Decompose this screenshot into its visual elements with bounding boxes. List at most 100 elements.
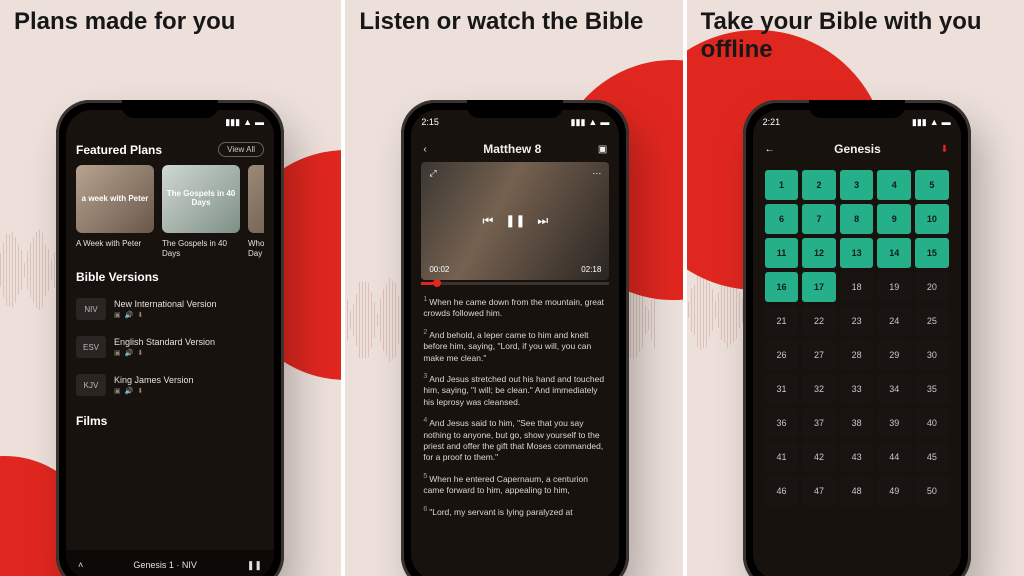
mini-player-track: Genesis 1 · NIV	[133, 560, 197, 570]
chapter-cell[interactable]: 34	[877, 374, 911, 404]
verse[interactable]: 4And Jesus said to him, "See that you sa…	[423, 416, 607, 464]
chapter-title[interactable]: Matthew 8	[483, 142, 541, 156]
verse-number: 5	[423, 473, 427, 480]
progress-fill	[421, 282, 432, 285]
promo-panel-offline: Take your Bible with you offline 2:21 ▮▮…	[683, 0, 1024, 576]
chapter-cell[interactable]: 16	[765, 272, 799, 302]
chapter-cell[interactable]: 35	[915, 374, 949, 404]
back-button[interactable]: ←	[765, 144, 775, 155]
promo-panel-plans: Plans made for you ▮▮▮ ▲ ▬ Featured Plan…	[0, 0, 341, 576]
verse[interactable]: 2And behold, a leper came to him and kne…	[423, 328, 607, 364]
wifi-icon: ▲	[930, 117, 939, 127]
chapter-cell[interactable]: 42	[802, 442, 836, 472]
chapter-cell[interactable]: 8	[840, 204, 874, 234]
bible-versions-title: Bible Versions	[76, 270, 264, 284]
chapter-cell[interactable]: 40	[915, 408, 949, 438]
download-icon[interactable]: ⬇	[940, 144, 948, 155]
chapter-cell[interactable]: 20	[915, 272, 949, 302]
phone-notch	[467, 100, 563, 118]
chapter-cell[interactable]: 25	[915, 306, 949, 336]
plan-card[interactable]: a week with Peter A Week with Peter	[76, 165, 154, 258]
chapter-cell[interactable]: 2	[802, 170, 836, 200]
chapter-cell[interactable]: 29	[877, 340, 911, 370]
verse-list[interactable]: 1When he came down from the mountain, gr…	[421, 295, 609, 518]
verse[interactable]: 6"Lord, my servant is lying paralyzed at	[423, 505, 607, 518]
book-icon: ▣	[114, 349, 121, 357]
chapter-cell[interactable]: 17	[802, 272, 836, 302]
audio-icon: 🔊	[125, 387, 134, 395]
chapter-cell[interactable]: 24	[877, 306, 911, 336]
chapter-cell[interactable]: 41	[765, 442, 799, 472]
plan-card[interactable]: Who Day	[248, 165, 264, 258]
view-all-button[interactable]: View All	[218, 142, 264, 157]
chapter-cell[interactable]: 1	[765, 170, 799, 200]
chapter-cell[interactable]: 31	[765, 374, 799, 404]
chapter-cell[interactable]: 47	[802, 476, 836, 506]
back-button[interactable]: ‹	[423, 144, 426, 155]
chapter-cell[interactable]: 45	[915, 442, 949, 472]
chapter-cell[interactable]: 11	[765, 238, 799, 268]
audio-icon: 🔊	[125, 349, 134, 357]
chapter-cell[interactable]: 36	[765, 408, 799, 438]
progress-knob[interactable]	[433, 279, 441, 287]
chapter-cell[interactable]: 7	[802, 204, 836, 234]
chapter-cell[interactable]: 27	[802, 340, 836, 370]
chapter-cell[interactable]: 6	[765, 204, 799, 234]
chapter-cell[interactable]: 19	[877, 272, 911, 302]
chapter-cell[interactable]: 44	[877, 442, 911, 472]
chapter-cell[interactable]: 15	[915, 238, 949, 268]
chapter-cell[interactable]: 28	[840, 340, 874, 370]
plan-card[interactable]: The Gospels in 40 Days The Gospels in 40…	[162, 165, 240, 258]
chapter-cell[interactable]: 10	[915, 204, 949, 234]
chapter-cell[interactable]: 50	[915, 476, 949, 506]
chapter-cell[interactable]: 49	[877, 476, 911, 506]
plan-thumb: The Gospels in 40 Days	[162, 165, 240, 233]
chapter-cell[interactable]: 14	[877, 238, 911, 268]
chevron-up-icon[interactable]: ˄	[78, 560, 83, 570]
pause-icon[interactable]: ❚❚	[247, 560, 262, 571]
wifi-icon: ▲	[588, 117, 597, 127]
video-player[interactable]: ⤢ ⋯ ⏮ ❚❚ ⏭ 00:02 02:18	[421, 162, 609, 280]
chapter-cell[interactable]: 22	[802, 306, 836, 336]
plan-cards[interactable]: a week with Peter A Week with Peter The …	[76, 165, 264, 258]
chapter-cell[interactable]: 32	[802, 374, 836, 404]
chapter-cell[interactable]: 5	[915, 170, 949, 200]
featured-plans-title: Featured Plans	[76, 143, 162, 157]
cast-icon[interactable]: ▣	[598, 144, 607, 155]
more-icon[interactable]: ⋯	[592, 168, 601, 179]
chapter-cell[interactable]: 18	[840, 272, 874, 302]
chapter-cell[interactable]: 21	[765, 306, 799, 336]
version-row[interactable]: KJV King James Version ▣🔊⬇	[76, 366, 264, 404]
phone-mockup: 2:15 ▮▮▮ ▲ ▬ ‹ Matthew 8 ▣ ⤢ ⋯ ⏮	[401, 100, 629, 576]
book-title[interactable]: Genesis	[834, 142, 881, 156]
chapter-cell[interactable]: 12	[802, 238, 836, 268]
chapter-cell[interactable]: 43	[840, 442, 874, 472]
chapter-cell[interactable]: 3	[840, 170, 874, 200]
next-button[interactable]: ⏭	[537, 214, 548, 229]
chapter-cell[interactable]: 30	[915, 340, 949, 370]
mini-player[interactable]: ˄ Genesis 1 · NIV ❚❚	[66, 550, 274, 576]
version-row[interactable]: ESV English Standard Version ▣🔊⬇	[76, 328, 264, 366]
plan-caption: Who Day	[248, 239, 264, 258]
prev-button[interactable]: ⏮	[482, 214, 493, 229]
chapter-cell[interactable]: 39	[877, 408, 911, 438]
chapter-cell[interactable]: 33	[840, 374, 874, 404]
verse[interactable]: 3And Jesus stretched out his hand and to…	[423, 372, 607, 408]
chapter-cell[interactable]: 4	[877, 170, 911, 200]
chapter-cell[interactable]: 48	[840, 476, 874, 506]
pause-button[interactable]: ❚❚	[505, 214, 525, 229]
version-code: ESV	[76, 336, 106, 358]
chapter-cell[interactable]: 37	[802, 408, 836, 438]
version-row[interactable]: NIV New International Version ▣🔊⬇	[76, 290, 264, 328]
fullscreen-icon[interactable]: ⤢	[429, 168, 436, 179]
verse[interactable]: 5When he entered Capernaum, a centurion …	[423, 472, 607, 497]
chapter-cell[interactable]: 26	[765, 340, 799, 370]
chapter-cell[interactable]: 9	[877, 204, 911, 234]
chapter-cell[interactable]: 23	[840, 306, 874, 336]
chapter-cell[interactable]: 46	[765, 476, 799, 506]
chapter-cell[interactable]: 38	[840, 408, 874, 438]
chapter-cell[interactable]: 13	[840, 238, 874, 268]
phone-screen: 2:21 ▮▮▮ ▲ ▬ ← Genesis ⬇ 123456789101112…	[753, 110, 961, 576]
verse[interactable]: 1When he came down from the mountain, gr…	[423, 295, 607, 320]
progress-bar[interactable]	[421, 282, 609, 285]
